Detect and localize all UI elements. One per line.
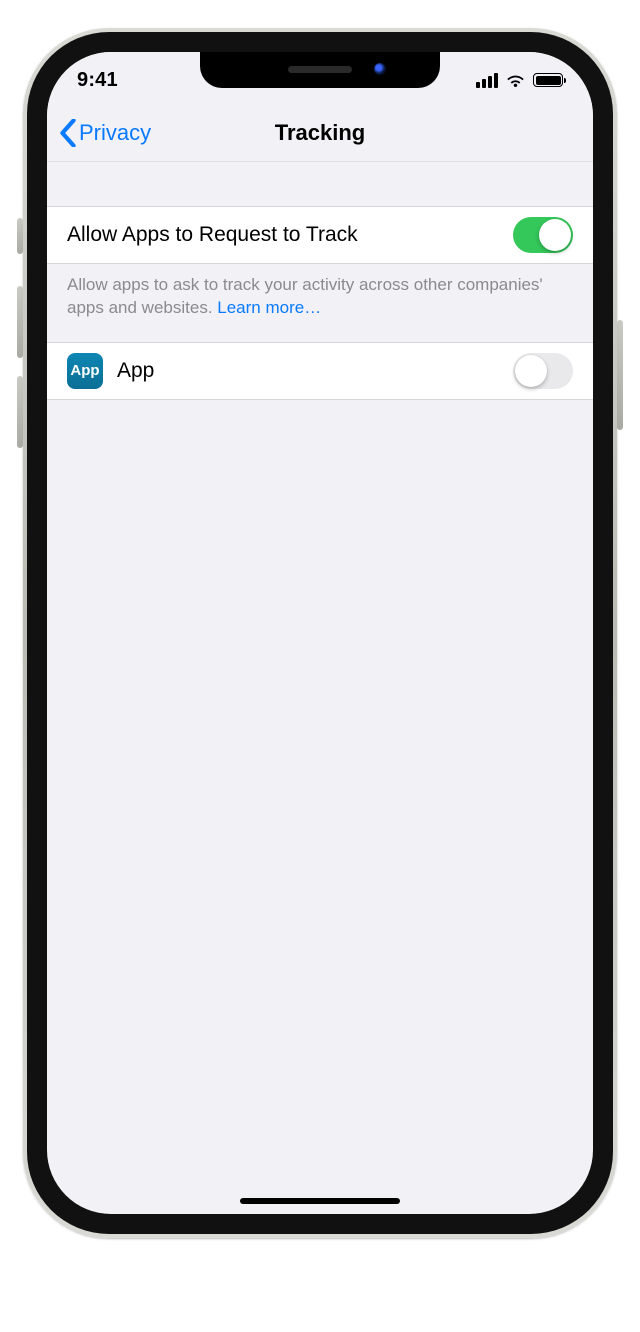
home-indicator[interactable] (240, 1198, 400, 1204)
chevron-left-icon (59, 119, 77, 147)
battery-icon (533, 73, 563, 87)
allow-apps-label: Allow Apps to Request to Track (67, 223, 513, 247)
allow-apps-toggle[interactable] (513, 217, 573, 253)
front-camera (374, 63, 386, 75)
app-tracking-row: App App (47, 342, 593, 400)
volume-down-button[interactable] (17, 376, 23, 448)
back-button[interactable]: Privacy (59, 119, 151, 147)
back-label: Privacy (79, 120, 151, 146)
notch (200, 52, 440, 88)
wifi-icon (505, 73, 526, 88)
settings-content: Allow Apps to Request to Track Allow app… (47, 162, 593, 400)
status-time: 9:41 (77, 69, 118, 92)
allow-apps-to-request-row: Allow Apps to Request to Track (47, 206, 593, 264)
device-frame: 9:41 Privacy Tracking Allow Apps to Requ… (23, 28, 617, 1238)
mute-switch[interactable] (17, 218, 23, 254)
speaker-grille (288, 66, 352, 73)
page-title: Tracking (275, 120, 365, 146)
learn-more-link[interactable]: Learn more… (217, 298, 321, 317)
nav-bar: Privacy Tracking (47, 104, 593, 162)
cellular-signal-icon (476, 73, 498, 88)
screen: 9:41 Privacy Tracking Allow Apps to Requ… (47, 52, 593, 1214)
app-icon: App (67, 353, 103, 389)
section-footer: Allow apps to ask to track your activity… (47, 264, 593, 342)
volume-up-button[interactable] (17, 286, 23, 358)
app-name-label: App (117, 359, 513, 383)
app-tracking-toggle[interactable] (513, 353, 573, 389)
power-button[interactable] (617, 320, 623, 430)
